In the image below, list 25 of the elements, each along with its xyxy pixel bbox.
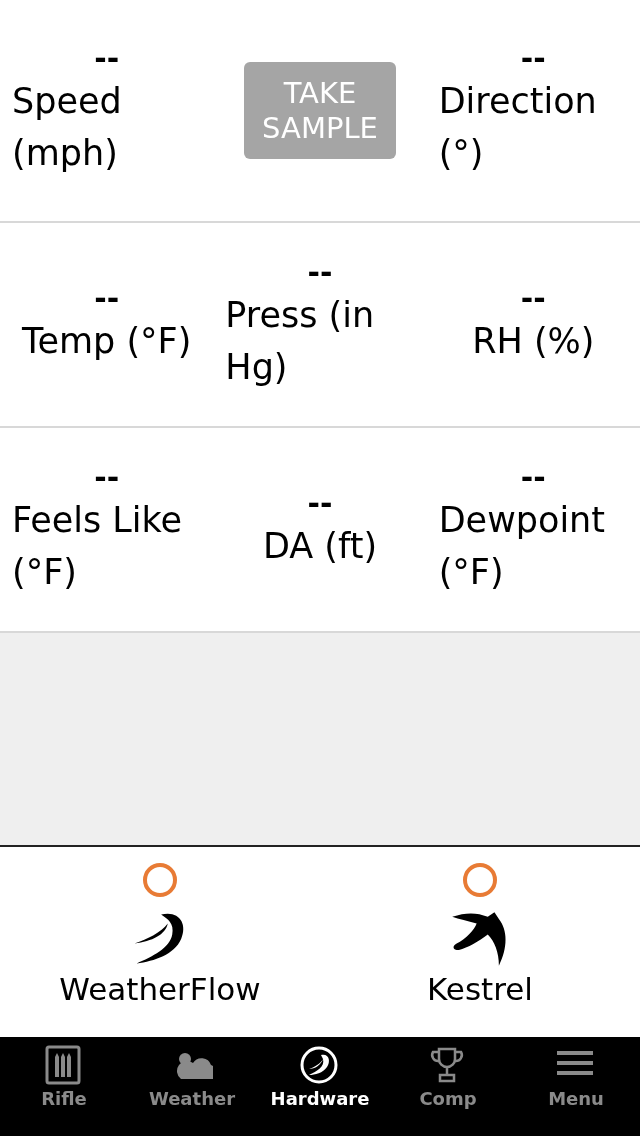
reading-value: -- — [94, 460, 120, 494]
reading-value: -- — [94, 281, 120, 315]
reading-value: -- — [94, 41, 120, 75]
reading-value: -- — [520, 460, 546, 494]
reading-value: -- — [307, 486, 333, 520]
tab-button[interactable]: Weather — [128, 1037, 256, 1136]
reading-label: Temp (°F) — [22, 319, 192, 363]
reading-value: -- — [520, 281, 546, 315]
device-option[interactable]: WeatherFlow — [0, 847, 320, 1037]
tab-button[interactable]: Menu — [512, 1037, 640, 1136]
reading-label: Press (in Hg) — [225, 293, 376, 389]
device-name: WeatherFlow — [59, 971, 261, 1009]
reading-label: Dewpoint (°F) — [438, 498, 607, 594]
device-option[interactable]: Kestrel — [320, 847, 640, 1037]
tab-button[interactable]: Comp — [384, 1037, 512, 1136]
reading-value: -- — [520, 41, 546, 75]
reading-value: -- — [307, 255, 333, 289]
reading-label: Direction (°) — [438, 79, 598, 175]
tab-button[interactable]: Hardware — [256, 1037, 384, 1136]
tab-button[interactable]: Rifle — [0, 1037, 128, 1136]
reading-label: RH (%) — [472, 319, 595, 363]
device-name: Kestrel — [427, 971, 533, 1009]
reading-label: Speed (mph) — [12, 79, 123, 175]
reading-label: DA (ft) — [262, 524, 378, 568]
reading-label: Feels Like (°F) — [12, 498, 184, 594]
